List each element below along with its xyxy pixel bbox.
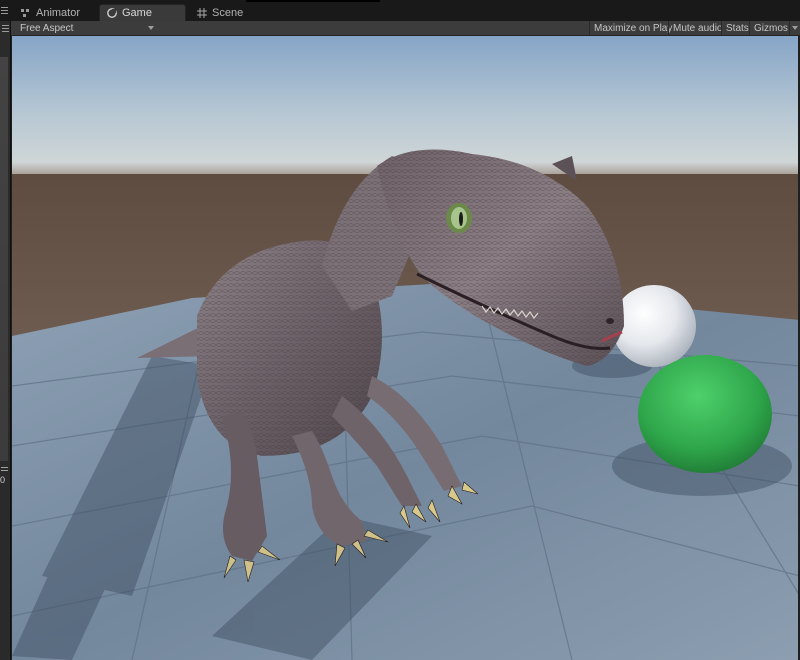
scene-grid-icon (196, 7, 207, 18)
game-view-toolbar: Free Aspect Maximize on Play Mute audio … (0, 21, 800, 36)
tab-scene[interactable]: Scene (190, 4, 249, 21)
green-sphere (638, 355, 772, 473)
game-viewport[interactable] (12, 36, 800, 660)
white-sphere (612, 285, 696, 367)
left-lower-menu-icon[interactable] (0, 465, 9, 474)
maximize-on-play-button[interactable]: Maximize on Play (589, 21, 676, 35)
aspect-label: Free Aspect (20, 22, 74, 34)
tab-scene-label: Scene (212, 6, 244, 19)
tab-animator-label: Animator (36, 6, 81, 19)
tab-bar: Animator Game Scene (0, 0, 800, 21)
gizmos-button[interactable]: Gizmos (749, 21, 792, 35)
game-scene-render (12, 36, 800, 660)
tab-game[interactable]: Game (99, 4, 186, 21)
left-panel-number: 0 (0, 475, 6, 485)
animator-icon (20, 7, 31, 18)
tab-game-label: Game (122, 7, 152, 19)
gizmos-label: Gizmos (754, 22, 788, 34)
tab-separator (246, 0, 380, 2)
left-docked-panel: 0 (0, 21, 11, 660)
chevron-down-icon (148, 26, 154, 30)
left-panel-scroll-area[interactable] (0, 57, 8, 477)
stats-label: Stats (726, 22, 749, 34)
gizmos-dropdown-arrow-icon[interactable] (789, 21, 799, 35)
panel-menu-icon[interactable] (0, 6, 9, 15)
mute-audio-label: Mute audio (673, 22, 723, 34)
maximize-on-play-label: Maximize on Play (594, 22, 673, 34)
left-panel-menu-icon[interactable] (1, 24, 10, 33)
left-lower-panel (0, 461, 9, 660)
tab-animator[interactable]: Animator (14, 4, 86, 21)
aspect-dropdown[interactable]: Free Aspect (14, 21, 158, 35)
game-controller-icon (106, 8, 117, 19)
mute-audio-button[interactable]: Mute audio (668, 21, 726, 35)
